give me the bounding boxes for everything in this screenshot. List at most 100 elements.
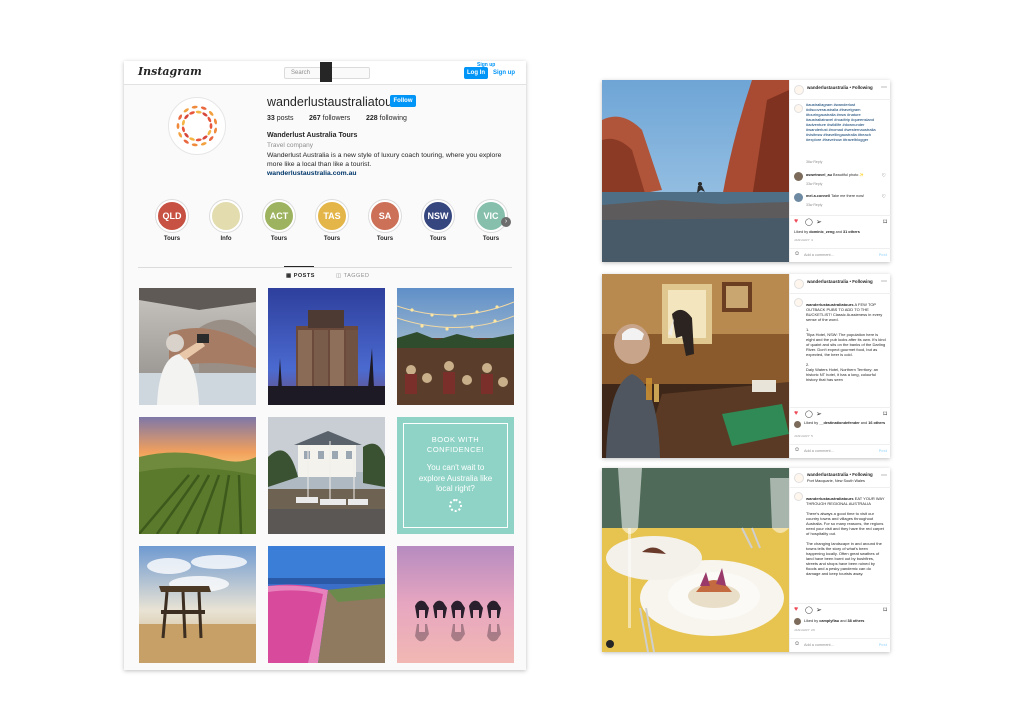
post-3-image[interactable]	[602, 468, 789, 652]
profile-avatar[interactable]	[168, 97, 226, 155]
post-comment-button[interactable]: Post	[879, 643, 887, 647]
following-stat[interactable]: 228 following	[366, 115, 407, 122]
post-tile-harbour[interactable]	[268, 417, 385, 534]
posts-label: posts	[276, 115, 294, 122]
highlight-sa[interactable]: SA Tours	[365, 200, 405, 242]
highlight-tas[interactable]: TAS Tours	[312, 200, 352, 242]
post-comment-button[interactable]: Post	[879, 253, 887, 257]
comment-avatar[interactable]	[794, 193, 803, 202]
post-3-likes[interactable]: Liked by camplyflau and 38 others	[804, 619, 864, 623]
photo-vineyard-sunset	[139, 417, 256, 534]
highlight-nsw[interactable]: NSW Tours	[418, 200, 458, 242]
wreath-leaf	[184, 132, 189, 138]
post-1-following: • Following	[849, 85, 873, 90]
instagram-logo[interactable]: Instagram	[138, 65, 202, 78]
emoji-icon[interactable]: ☺	[794, 251, 800, 257]
profile-website-link[interactable]: wanderlustaustralia.com.au	[267, 170, 357, 177]
comment-user[interactable]: aswetravel_au	[806, 173, 832, 177]
profile-category: Travel company	[267, 142, 313, 149]
wreath-leaf	[202, 135, 208, 140]
comment-like-icon[interactable]: ♡	[882, 173, 886, 179]
highlight-circle: TAS	[316, 200, 348, 232]
comment-like-icon[interactable]: ♡	[882, 194, 886, 200]
like-heart-icon[interactable]: ♥	[794, 410, 798, 417]
followers-stat[interactable]: 267 followers	[309, 115, 350, 122]
more-options-icon[interactable]: ⋯	[881, 84, 887, 91]
promo-body: You can't wait to explore Australia like…	[418, 463, 493, 493]
tab-tagged[interactable]: ◫ TAGGED	[336, 273, 369, 279]
post-tile-vineyard[interactable]	[139, 417, 256, 534]
like-heart-icon[interactable]: ♥	[794, 606, 798, 613]
more-options-icon[interactable]: ⋯	[881, 472, 887, 479]
post-1-comment-2: mel.a.connell Take me there now!	[806, 194, 884, 199]
comment-user[interactable]: mel.a.connell	[806, 194, 830, 198]
emoji-icon[interactable]: ☺	[794, 641, 800, 647]
like-heart-icon[interactable]: ♥	[794, 218, 798, 225]
wreath-leaf	[213, 118, 217, 125]
likes-and: and	[860, 421, 868, 425]
highlight-label: Tours	[323, 236, 341, 242]
post-tile-camels-sunset[interactable]	[397, 546, 514, 663]
post-3-author[interactable]: wanderlustaustralia • Following	[807, 472, 873, 477]
signup-link[interactable]: Sign up	[493, 67, 515, 79]
comment-icon[interactable]: ◯	[805, 410, 813, 418]
highlight-qld[interactable]: QLD Tours	[152, 200, 192, 242]
post-1-image[interactable]	[602, 80, 789, 262]
emoji-icon[interactable]: ☺	[794, 447, 800, 453]
post-comment-button[interactable]: Post	[879, 449, 887, 453]
post-2-likes[interactable]: Liked by __destinationdefender and 16 ot…	[804, 421, 888, 426]
follow-button[interactable]: Follow	[390, 95, 416, 107]
more-options-icon[interactable]: ⋯	[881, 278, 887, 285]
post-2-add-comment: ☺ Add a comment... Post	[790, 444, 891, 456]
post-3-author-avatar[interactable]	[794, 473, 804, 483]
post-card-2: wanderlustaustralia • Following ⋯ wander…	[602, 274, 891, 458]
likes-and: and	[840, 619, 847, 623]
photo-pink-lake	[268, 546, 385, 663]
highlight-act[interactable]: ACT Tours	[259, 200, 299, 242]
highlight-circle: VIC	[475, 200, 507, 232]
tabs-divider	[138, 267, 512, 268]
post-tile-outback-machine[interactable]	[139, 546, 256, 663]
share-icon[interactable]: ➢	[816, 606, 822, 614]
post-tile-outdoor-dining[interactable]	[397, 288, 514, 405]
bookmark-icon[interactable]: ⌑	[883, 410, 887, 418]
likes-others: 31 others	[843, 230, 860, 234]
post-3-location[interactable]: Port Macquarie, New South Wales	[807, 479, 865, 483]
search-cursor-icon	[320, 62, 332, 82]
wreath-leaf	[176, 123, 180, 129]
tab-posts[interactable]: ▦ POSTS	[286, 273, 315, 279]
post-tile-photographer[interactable]	[139, 288, 256, 405]
post-tile-pink-lake[interactable]	[268, 546, 385, 663]
add-comment-input[interactable]: Add a comment...	[804, 253, 834, 257]
post-2-author[interactable]: wanderlustaustralia • Following	[807, 279, 873, 284]
share-icon[interactable]: ➢	[816, 218, 822, 226]
post-2-author-avatar[interactable]	[794, 279, 804, 289]
tag-icon: ◫	[336, 273, 342, 279]
comment-icon[interactable]: ◯	[805, 218, 813, 226]
comment-text: Take me there now!	[831, 194, 865, 198]
post-1-author-avatar[interactable]	[794, 85, 804, 95]
post-2-sidebar: wanderlustaustralia • Following ⋯ wander…	[789, 274, 891, 458]
bookmark-icon[interactable]: ⌑	[883, 218, 887, 226]
post-1-likes[interactable]: Liked by dominic_zeng and 31 others	[794, 230, 860, 234]
post-1-comment-1: aswetravel_au Beautiful photo ✨	[806, 173, 884, 178]
share-icon[interactable]: ➢	[816, 410, 822, 418]
highlight-info[interactable]: Info	[206, 200, 246, 242]
wreath-logo-icon	[449, 499, 462, 512]
post-2-following: • Following	[849, 279, 873, 284]
photo-outdoor-dining-lights	[397, 288, 514, 405]
highlight-circle: ACT	[263, 200, 295, 232]
likes-user: __destinationdefender	[819, 421, 860, 425]
highlights-next-arrow-icon[interactable]: ›	[501, 217, 511, 227]
post-tile-book-promo[interactable]: BOOK WITH CONFIDENCE! You can't wait to …	[397, 417, 514, 534]
add-comment-input[interactable]: Add a comment...	[804, 449, 834, 453]
post-2-image[interactable]	[602, 274, 789, 458]
post-tile-silo-art[interactable]	[268, 288, 385, 405]
comment-icon[interactable]: ◯	[805, 606, 813, 614]
comment-avatar[interactable]	[794, 172, 803, 181]
login-button[interactable]: Log In	[464, 67, 488, 79]
bookmark-icon[interactable]: ⌑	[883, 606, 887, 614]
add-comment-input[interactable]: Add a comment...	[804, 643, 834, 647]
post-1-author[interactable]: wanderlustaustralia • Following	[807, 85, 873, 90]
highlight-circle	[210, 200, 242, 232]
